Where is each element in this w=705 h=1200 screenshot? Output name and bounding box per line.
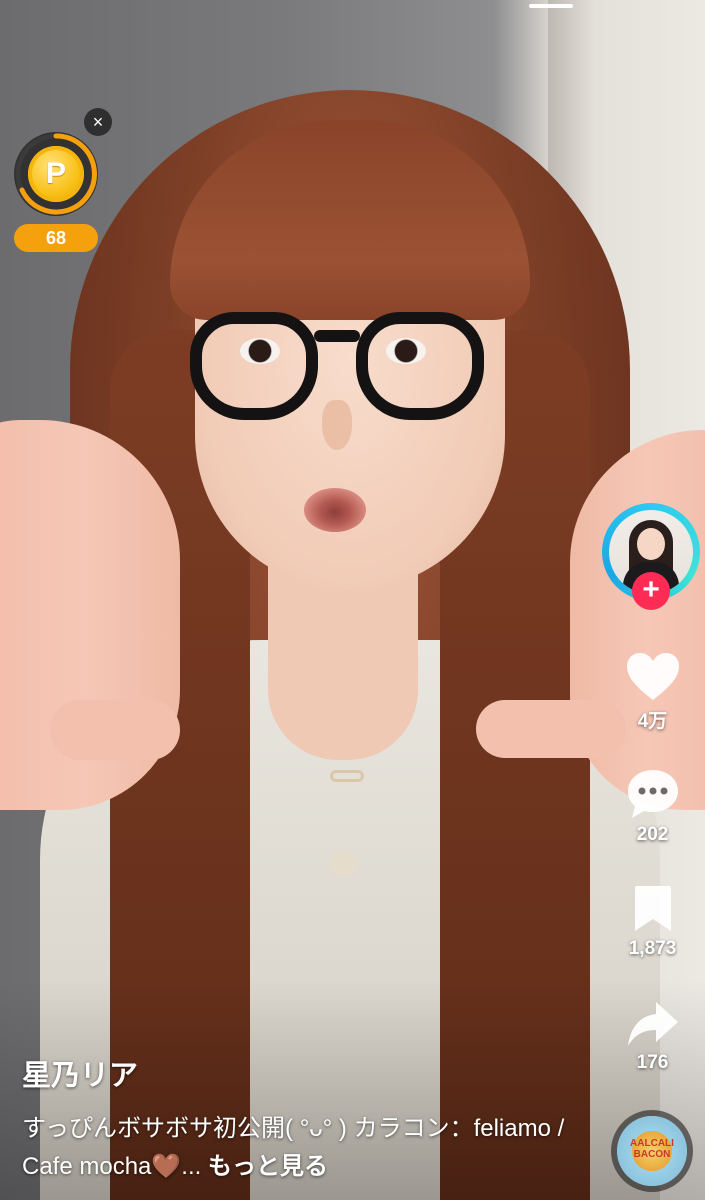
top-progress-indicator (529, 4, 573, 8)
coin-letter: P (45, 157, 66, 190)
mouth (304, 488, 366, 532)
caption: 星乃リア すっぴんボサボサ初公開( °ᴗ° ) カラコン：feliamo / C… (22, 1052, 582, 1186)
comment-count: 202 (636, 824, 669, 845)
shirt-button (330, 850, 356, 876)
nose (322, 400, 352, 450)
creator-username[interactable]: 星乃リア (22, 1052, 582, 1094)
music-disc-icon[interactable]: AALCALI BACON (617, 1116, 687, 1186)
glasses-left-lens (190, 312, 318, 420)
save-count: 1,873 (628, 938, 677, 959)
close-icon[interactable]: × (84, 108, 112, 136)
caption-description[interactable]: すっぴんボサボサ初公開( °ᴗ° ) カラコン：feliamo / Cafe m… (22, 1110, 582, 1186)
share-icon (627, 1002, 678, 1046)
like-button[interactable]: 4万 (600, 652, 705, 733)
heart-icon (626, 653, 679, 700)
save-button[interactable]: 1,873 (600, 884, 705, 960)
share-count: 176 (636, 1052, 669, 1073)
comment-icon (627, 770, 678, 818)
see-more-link[interactable]: もっと見る (208, 1153, 328, 1180)
avatar-face (637, 528, 665, 560)
video-screen[interactable]: P × 68 + 4万 202 1,873 176 AALCALI BACON … (0, 0, 705, 1200)
share-button[interactable]: 176 (600, 1000, 705, 1074)
disc-label-line2: BACON (633, 1149, 671, 1160)
neck (268, 560, 418, 760)
bookmark-icon (634, 886, 671, 931)
glasses-right-lens (356, 312, 484, 420)
coin-count-badge: 68 (14, 224, 98, 252)
glasses-bridge (314, 330, 360, 342)
coin-icon: P (28, 146, 84, 202)
necklace (330, 770, 364, 782)
action-rail: + 4万 202 1,873 176 AALCALI BACON (600, 500, 705, 1200)
follow-button[interactable]: + (632, 572, 670, 610)
like-count: 4万 (637, 711, 668, 732)
disc-label-line1: AALCALI (630, 1138, 674, 1149)
coin-reward-widget[interactable]: P × 68 (12, 108, 116, 256)
left-thumb (50, 700, 180, 760)
disc-label: AALCALI BACON (623, 1138, 681, 1160)
comment-button[interactable]: 202 (600, 768, 705, 846)
